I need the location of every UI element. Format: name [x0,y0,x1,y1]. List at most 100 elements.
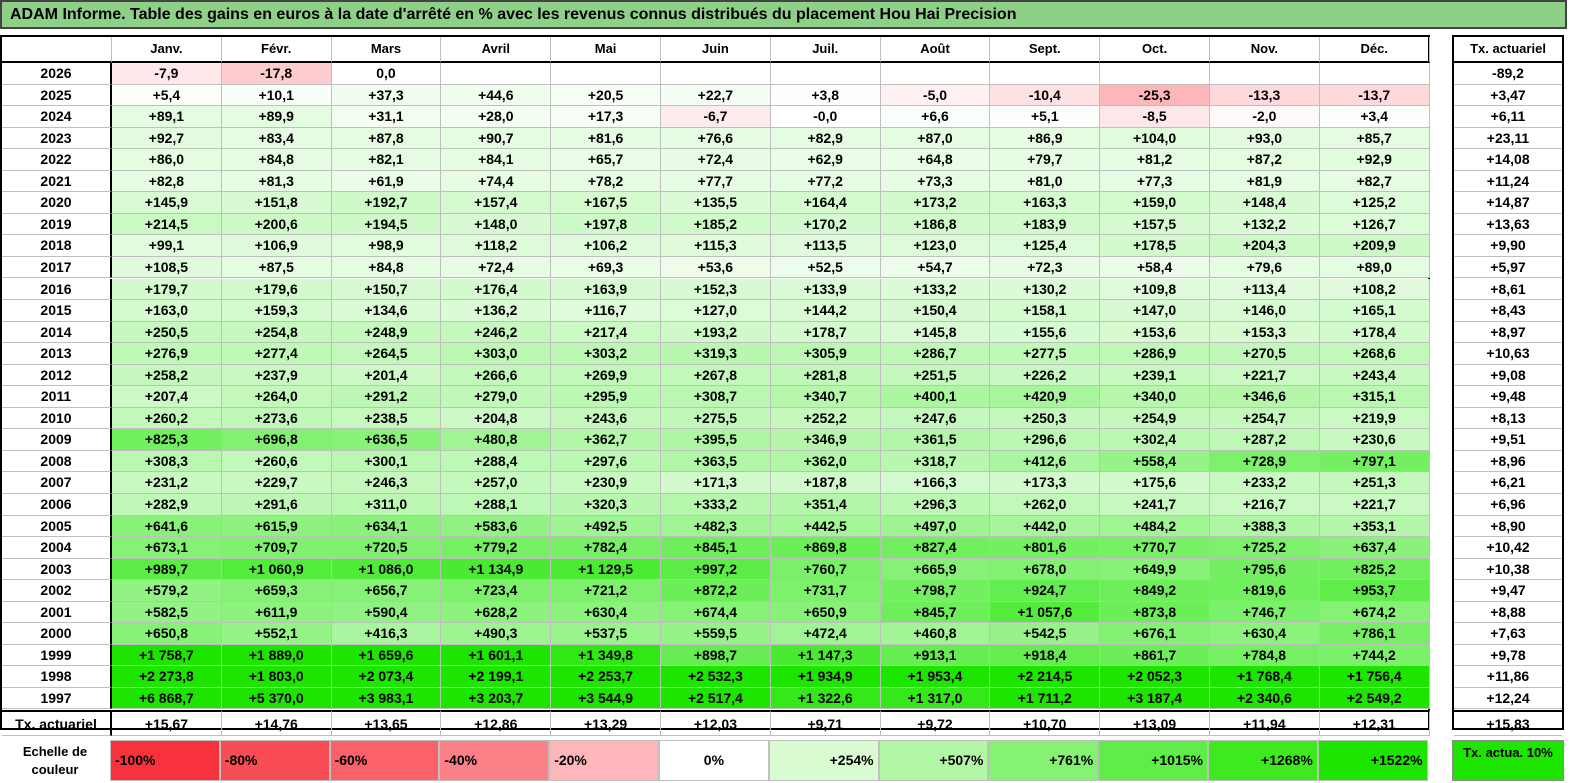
table-cell: +82,1 [331,149,442,171]
table-cell: +125,2 [1319,192,1430,214]
header-corner [2,37,112,63]
table-cell: +333,2 [661,494,771,516]
table-cell: +22,7 [661,84,771,107]
table-cell: +634,1 [331,515,442,538]
table-cell: +296,6 [990,429,1101,451]
table-cell: +264,0 [221,386,332,408]
month-header: Juin [661,37,771,63]
table-cell: +204,8 [441,407,552,430]
table-cell: +5,4 [112,84,222,107]
table-cell: +320,3 [551,494,661,516]
table-cell: +179,7 [112,278,222,301]
table-cell: +226,2 [990,364,1101,387]
table-cell: +173,3 [990,472,1101,494]
table-cell: +395,5 [661,429,771,451]
table-cell: +279,0 [441,386,552,408]
table-cell: +277,5 [990,343,1101,365]
table-cell: +231,2 [112,472,222,494]
table-cell: +252,2 [770,407,881,430]
table-cell: +187,8 [770,472,881,494]
table-cell: +78,2 [551,170,661,193]
table-cell: +442,5 [770,515,881,538]
table-cell: +109,8 [1100,278,1210,301]
table-cell: +674,4 [661,601,771,624]
table-cell: +193,2 [661,321,771,344]
table-cell: +845,1 [661,537,771,559]
table-cell: +1 322,6 [770,687,881,710]
table-cell: +87,0 [880,127,991,150]
table-cell: +247,6 [880,407,991,430]
table-cell: +77,7 [661,170,771,193]
table-cell: +1 758,7 [112,644,222,667]
scale-swatch: +761% [988,740,1099,781]
table-cell: +1 768,4 [1210,666,1320,688]
table-cell: +72,4 [661,149,771,171]
table-cell: +125,4 [990,235,1101,257]
month-header: Mars [331,37,442,63]
table-cell: +221,7 [1210,364,1320,387]
table-cell [1100,63,1210,85]
table-cell: +153,6 [1100,321,1210,344]
table-cell: +558,4 [1100,450,1210,473]
footer-cell: +15,67 [112,709,222,736]
table-cell: +170,2 [770,213,881,236]
rate-cell: +8,43 [1454,300,1562,322]
table-cell: +308,3 [112,450,222,473]
row-year: 2004 [2,537,112,559]
scale-swatch: +254% [768,740,879,781]
month-header: Août [880,37,991,63]
table-cell: +537,5 [551,623,661,645]
table-cell: +108,5 [112,256,222,279]
table-cell: +650,8 [112,623,222,645]
scale-swatch: +1522% [1317,740,1428,781]
table-cell: +254,8 [221,321,332,344]
table-cell: +1 934,9 [770,666,881,688]
row-year: 2002 [2,580,112,602]
table-cell: +267,8 [661,364,771,387]
table-cell [661,63,771,85]
table-cell: +179,6 [221,278,332,301]
rate-cell: +6,11 [1454,106,1562,128]
rate-cell: +8,96 [1454,451,1562,473]
table-cell: +64,8 [880,149,991,171]
table-cell: +89,1 [112,106,222,128]
footer-cell: +11,94 [1210,709,1320,736]
table-cell: +1 147,3 [770,644,881,667]
table-cell: +144,2 [770,300,881,322]
table-cell: +782,4 [551,537,661,559]
table-cell: +164,4 [770,192,881,214]
table-cell: +611,9 [221,601,332,624]
table-cell: +5 370,0 [221,687,332,710]
row-year: 2001 [2,601,112,624]
rate-cell: +14,08 [1454,149,1562,171]
table-cell: +82,7 [1319,170,1430,193]
table-cell: +2 517,4 [661,687,771,710]
table-cell: +861,7 [1100,644,1210,667]
table-cell: +898,7 [661,644,771,667]
table-cell: +869,8 [770,537,881,559]
table-cell: +257,0 [441,472,552,494]
table-cell: +319,3 [661,343,771,365]
table-cell: +1 060,9 [221,558,332,581]
table-cell: +87,5 [221,256,332,279]
table-cell: +288,4 [441,450,552,473]
row-year: 2013 [2,343,112,365]
table-cell: +79,6 [1210,256,1320,279]
table-cell: +186,8 [880,213,991,236]
row-year: 2021 [2,170,112,193]
scale-swatch: +507% [878,740,989,781]
table-cell: +674,2 [1319,601,1430,624]
table-cell: +134,6 [331,300,442,322]
table-cell: +254,7 [1210,407,1320,430]
table-cell: +1 317,0 [880,687,991,710]
page-title: ADAM Informe. Table des gains en euros à… [0,0,1567,29]
row-year: 1998 [2,666,112,688]
table-cell: +92,9 [1319,149,1430,171]
table-cell: +1 129,5 [551,558,661,581]
table-cell: +388,3 [1210,515,1320,538]
table-cell: +731,7 [770,580,881,602]
row-year: 2000 [2,623,112,645]
table-cell: +17,3 [551,106,661,128]
table-cell: +99,1 [112,235,222,257]
table-cell: +113,5 [770,235,881,257]
